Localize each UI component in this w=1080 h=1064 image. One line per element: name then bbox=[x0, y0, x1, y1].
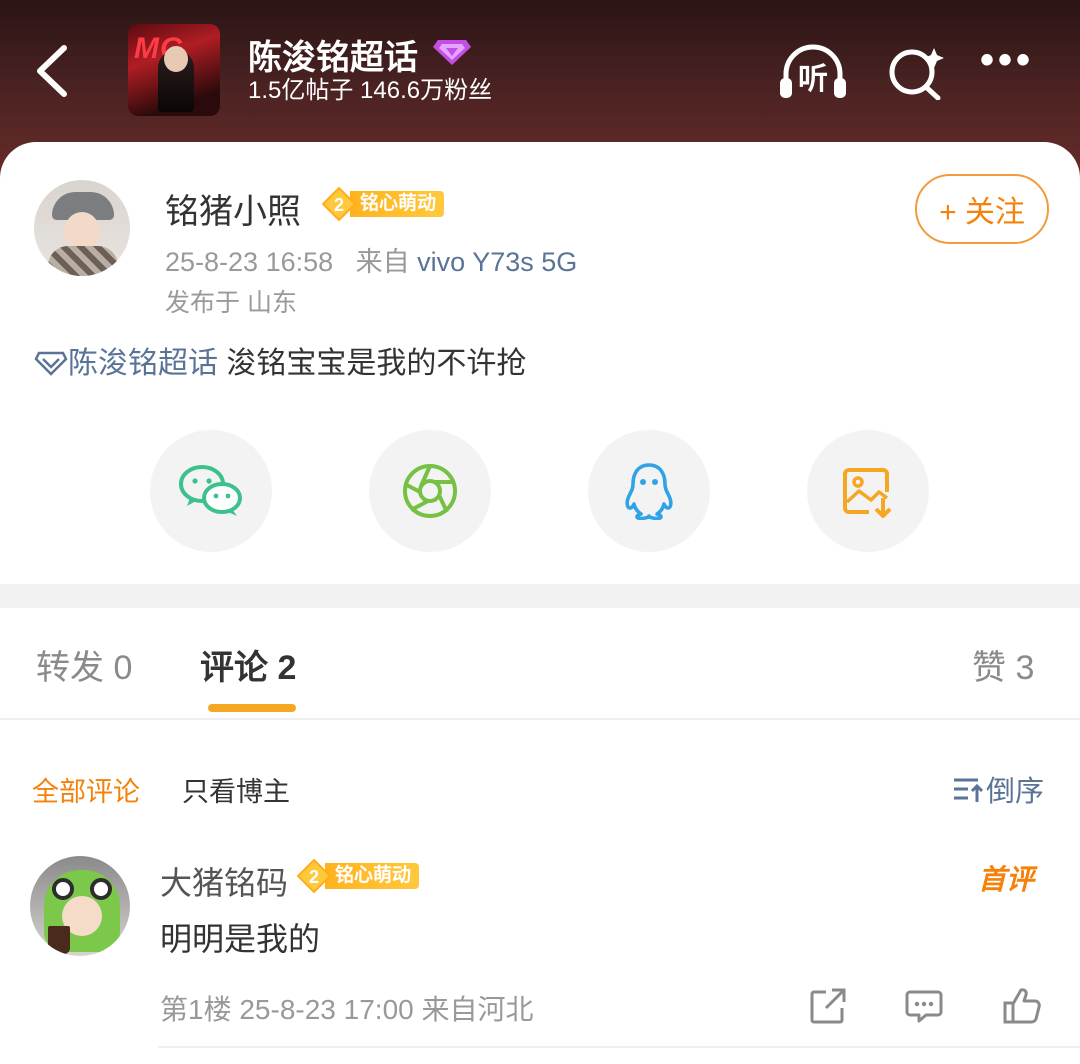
commenter-name[interactable]: 大猪铭码 bbox=[160, 858, 288, 904]
post-content: 陈浚铭超话 浚铭宝宝是我的不许抢 bbox=[34, 338, 526, 382]
share-wechat-button[interactable] bbox=[150, 430, 272, 552]
comment-bubble-icon bbox=[905, 990, 943, 1023]
qq-icon bbox=[625, 463, 673, 520]
active-tab-indicator bbox=[208, 704, 296, 712]
device-link[interactable]: vivo Y73s 5G bbox=[417, 247, 577, 277]
comment-divider bbox=[158, 1046, 1080, 1048]
wechat-icon bbox=[179, 465, 242, 516]
share-icon bbox=[810, 988, 846, 1024]
filter-author-only[interactable]: 只看博主 bbox=[182, 770, 290, 809]
badge-label: 铭心萌动 bbox=[350, 191, 445, 217]
commenter-avatar[interactable] bbox=[30, 856, 130, 956]
listen-button[interactable]: 听 bbox=[778, 44, 848, 100]
save-image-icon bbox=[843, 468, 892, 518]
fan-level-badge: 2 铭心萌动 bbox=[321, 186, 445, 222]
post-location: 发布于 山东 bbox=[165, 289, 297, 317]
topic-link[interactable]: 陈浚铭超话 bbox=[68, 347, 218, 380]
tab-comments[interactable]: 评论 2 bbox=[200, 640, 296, 689]
svg-text:2: 2 bbox=[334, 195, 344, 215]
commenter-level-badge: 2 铭心萌动 bbox=[296, 858, 420, 894]
post-meta: 25-8-23 16:58 来自 vivo Y73s 5G bbox=[165, 240, 577, 279]
comment-reply-button[interactable] bbox=[904, 986, 944, 1026]
comment-meta: 第1楼 25-8-23 17:00 来自河北 bbox=[160, 994, 534, 1025]
post-text: 浚铭宝宝是我的不许抢 bbox=[226, 347, 527, 380]
follow-button[interactable]: + 关注 bbox=[915, 174, 1049, 244]
more-options-button[interactable]: ••• bbox=[980, 40, 1040, 90]
diamond-level-icon: 2 bbox=[321, 186, 357, 222]
sort-order-button[interactable]: 倒序 bbox=[952, 768, 1044, 810]
topic-stats: 1.5亿帖子 146.6万粉丝 bbox=[248, 77, 493, 104]
post-time: 25-8-23 16:58 bbox=[165, 247, 334, 277]
svg-text:2: 2 bbox=[309, 867, 319, 887]
share-moments-button[interactable] bbox=[369, 430, 491, 552]
diamond-level-icon: 2 bbox=[296, 858, 332, 894]
moments-icon bbox=[403, 464, 457, 518]
source-prefix: 来自 bbox=[355, 247, 410, 277]
chevron-left-icon bbox=[37, 45, 67, 97]
thumbs-up-icon bbox=[1003, 988, 1041, 1024]
save-image-button[interactable] bbox=[807, 430, 929, 552]
comment-text: 明明是我的 bbox=[160, 921, 321, 957]
search-icon bbox=[889, 48, 944, 101]
back-button[interactable] bbox=[28, 42, 78, 100]
filter-all-comments[interactable]: 全部评论 bbox=[32, 770, 140, 809]
comment-share-button[interactable] bbox=[808, 986, 848, 1026]
super-topic-link-icon bbox=[34, 351, 68, 376]
search-button[interactable] bbox=[886, 44, 946, 101]
author-name[interactable]: 铭猪小照 bbox=[165, 184, 301, 233]
first-comment-tag: 首评 bbox=[978, 864, 1035, 895]
badge-label: 铭心萌动 bbox=[325, 863, 420, 889]
super-topic-gem-icon bbox=[433, 40, 471, 65]
tabs-divider bbox=[0, 718, 1080, 720]
topic-cover-image[interactable]: MG bbox=[128, 24, 220, 116]
sort-order-label: 倒序 bbox=[986, 776, 1045, 808]
author-avatar[interactable] bbox=[34, 180, 130, 276]
tab-reposts[interactable]: 转发 0 bbox=[36, 640, 132, 689]
sort-icon bbox=[954, 778, 984, 802]
comment-like-button[interactable] bbox=[1002, 986, 1042, 1026]
listen-label: 听 bbox=[798, 63, 828, 96]
share-qq-button[interactable] bbox=[588, 430, 710, 552]
section-divider bbox=[0, 584, 1080, 608]
tab-likes[interactable]: 赞 3 bbox=[972, 640, 1034, 689]
